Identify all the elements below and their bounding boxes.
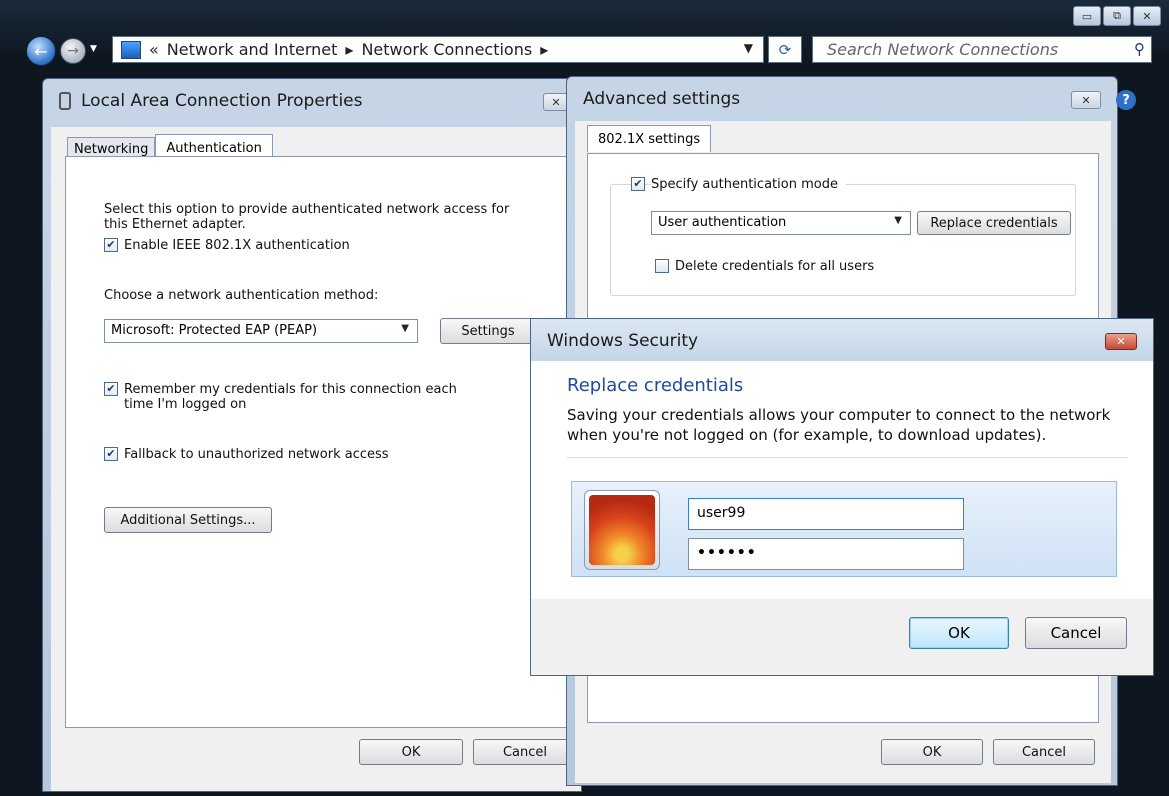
- lan-properties-dialog: Local Area Connection Properties ✕ Netwo…: [42, 78, 582, 792]
- search-placeholder: Search Network Connections: [827, 40, 1059, 59]
- breadcrumb-separator-icon[interactable]: ▸: [540, 40, 548, 59]
- delete-credentials-checkbox[interactable]: [655, 259, 669, 273]
- chevron-down-icon: ▼: [894, 215, 902, 226]
- password-field[interactable]: ••••••: [688, 538, 964, 570]
- additional-settings-button[interactable]: Additional Settings...: [104, 507, 272, 533]
- address-bar[interactable]: « Network and Internet ▸ Network Connect…: [112, 36, 764, 63]
- auth-method-value: Microsoft: Protected EAP (PEAP): [111, 323, 318, 338]
- user-picture-icon: [589, 495, 655, 565]
- auth-mode-group: ✔ Specify authentication mode User authe…: [610, 177, 1076, 296]
- window-controls: ▭ ⧉ ✕: [1073, 6, 1161, 26]
- chevron-down-icon: ▼: [401, 323, 409, 334]
- windows-security-dialog: Windows Security ✕ Replace credentials S…: [530, 318, 1154, 676]
- auth-description: Select this option to provide authentica…: [104, 202, 510, 232]
- breadcrumb-separator-icon[interactable]: ▸: [345, 40, 353, 59]
- dialog-title: Advanced settings: [583, 89, 741, 109]
- forward-arrow-icon: →: [67, 43, 79, 59]
- settings-button[interactable]: Settings: [440, 318, 536, 344]
- replace-credentials-button[interactable]: Replace credentials: [917, 211, 1071, 235]
- breadcrumb-item-network-internet[interactable]: Network and Internet: [167, 40, 338, 59]
- delete-credentials-label: Delete credentials for all users: [675, 259, 875, 274]
- remember-credentials-label: Remember my credentials for this connect…: [124, 382, 457, 412]
- close-button[interactable]: ✕: [1133, 6, 1161, 26]
- dialog-title: Local Area Connection Properties: [59, 91, 363, 111]
- username-field[interactable]: user99: [688, 498, 964, 530]
- divider: [567, 457, 1127, 458]
- dialog-title-text: Local Area Connection Properties: [81, 91, 363, 111]
- remember-credentials-checkbox[interactable]: ✔: [104, 382, 118, 396]
- cancel-button[interactable]: Cancel: [993, 739, 1095, 765]
- breadcrumb-prefix[interactable]: «: [149, 40, 159, 59]
- auth-mode-value: User authentication: [658, 215, 787, 230]
- specify-mode-checkbox[interactable]: ✔: [631, 177, 645, 191]
- back-button[interactable]: ←: [26, 36, 56, 66]
- refresh-button[interactable]: ⟳: [768, 36, 802, 63]
- dialog-title: Windows Security: [547, 331, 699, 351]
- credential-tile: user99 ••••••: [571, 481, 1117, 577]
- tab-8021x-settings[interactable]: 802.1X settings: [587, 125, 712, 152]
- enable-8021x-checkbox[interactable]: ✔: [104, 238, 118, 252]
- back-arrow-icon: ←: [34, 41, 48, 61]
- ok-button[interactable]: OK: [909, 617, 1009, 649]
- ok-button[interactable]: OK: [881, 739, 983, 765]
- minimize-button[interactable]: ▭: [1073, 6, 1101, 26]
- ok-button[interactable]: OK: [359, 739, 463, 765]
- method-label: Choose a network authentication method:: [104, 288, 379, 303]
- network-folder-icon: [121, 40, 141, 59]
- breadcrumb-item-network-connections[interactable]: Network Connections: [361, 40, 532, 59]
- titlebar: Windows Security ✕: [531, 319, 1153, 361]
- refresh-icon: ⟳: [778, 40, 792, 59]
- cancel-button[interactable]: Cancel: [473, 739, 577, 765]
- dialog-footer: OK Cancel: [531, 599, 1153, 675]
- dialog-description: Saving your credentials allows your comp…: [567, 406, 1111, 444]
- avatar: [584, 490, 660, 570]
- auth-method-select[interactable]: Microsoft: Protected EAP (PEAP) ▼: [104, 319, 418, 343]
- fallback-label: Fallback to unauthorized network access: [124, 447, 389, 462]
- dialog-heading: Replace credentials: [567, 375, 744, 396]
- fallback-checkbox[interactable]: ✔: [104, 447, 118, 461]
- network-adapter-icon: [59, 92, 71, 110]
- close-button[interactable]: ✕: [1105, 333, 1137, 350]
- recent-pages-dropdown[interactable]: ▼: [90, 44, 112, 58]
- search-icon[interactable]: ⚲: [1134, 40, 1145, 58]
- help-icon[interactable]: ?: [1116, 90, 1136, 110]
- cancel-button[interactable]: Cancel: [1025, 617, 1127, 649]
- maximize-button[interactable]: ⧉: [1103, 6, 1131, 26]
- search-input[interactable]: Search Network Connections ⚲: [812, 36, 1152, 63]
- specify-mode-label: Specify authentication mode: [651, 177, 846, 192]
- dialog-body: Networking Authentication Select this op…: [51, 127, 581, 791]
- forward-button[interactable]: →: [60, 38, 86, 64]
- address-row: ← → ▼ « Network and Internet ▸ Network C…: [0, 30, 1169, 70]
- dialog-content: Replace credentials Saving your credenti…: [531, 361, 1153, 599]
- auth-mode-select[interactable]: User authentication ▼: [651, 211, 911, 235]
- close-button[interactable]: ✕: [1071, 91, 1101, 109]
- address-dropdown-icon[interactable]: ▼: [744, 41, 753, 55]
- authentication-pane: Select this option to provide authentica…: [65, 156, 571, 728]
- enable-8021x-label: Enable IEEE 802.1X authentication: [124, 238, 350, 253]
